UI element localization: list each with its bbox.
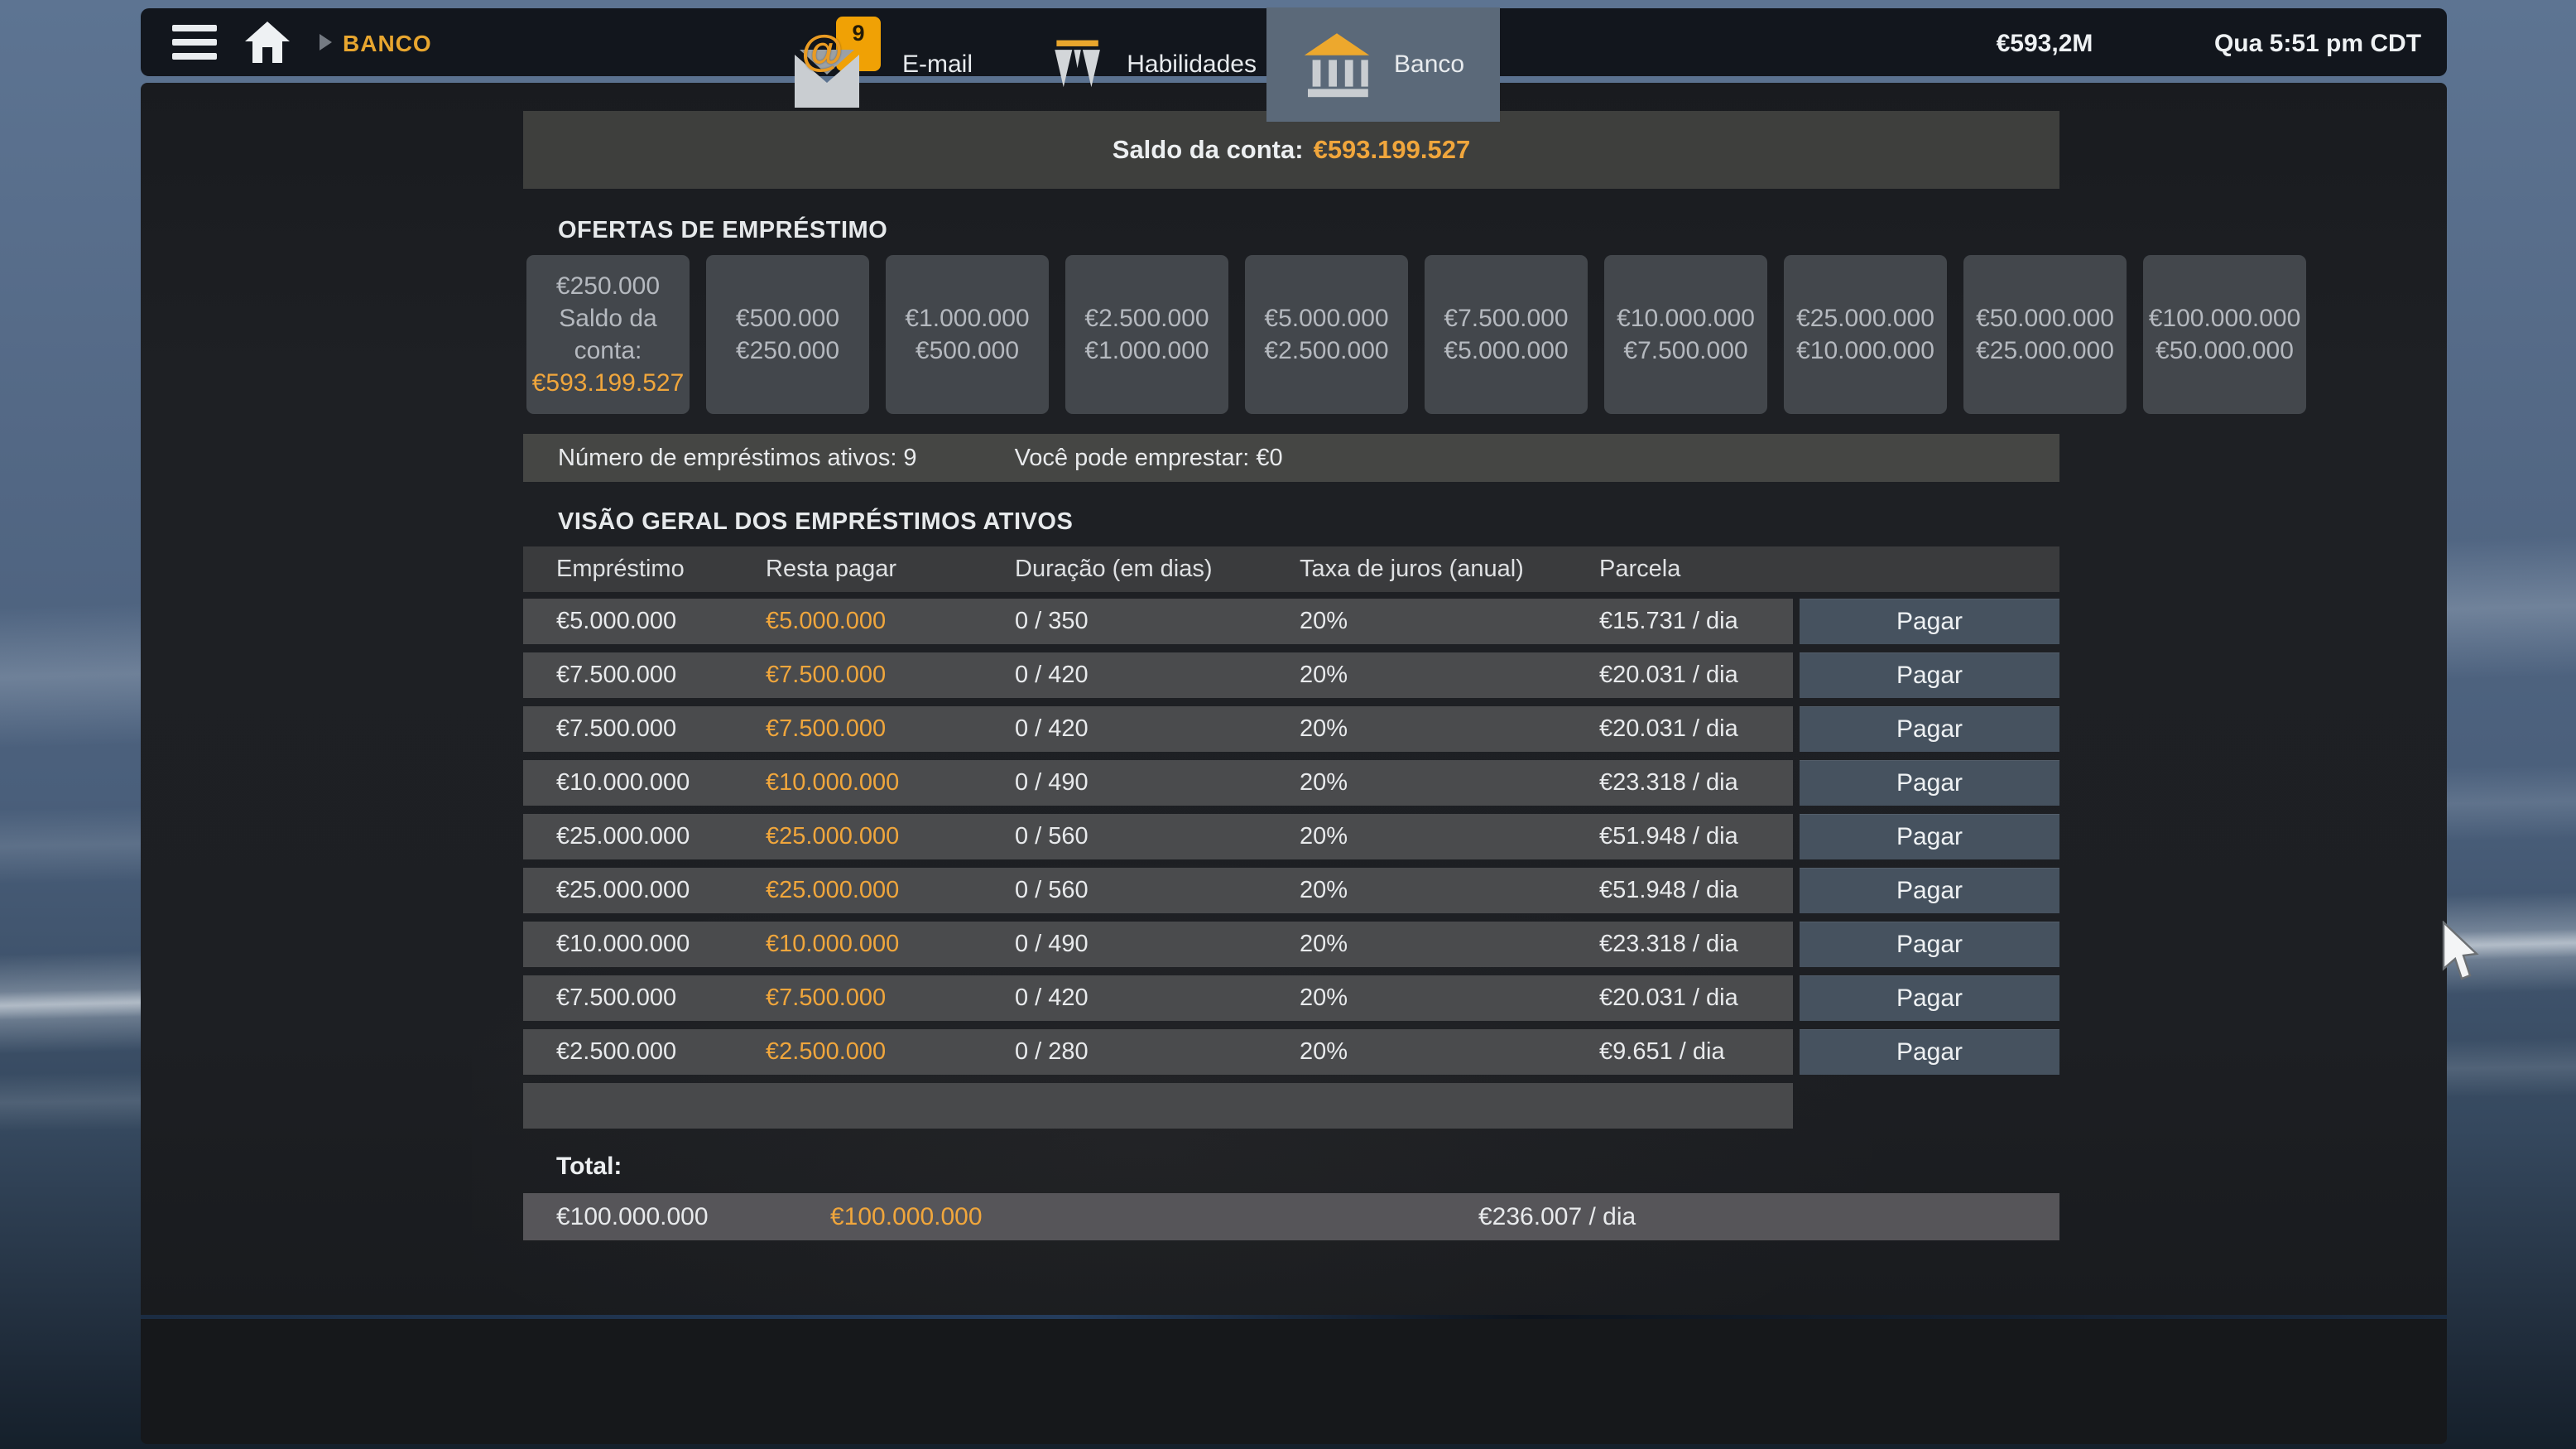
tab-skills-label: Habilidades [1127,51,1257,79]
mouse-cursor [2442,921,2485,982]
account-balance-label: Saldo da conta: [1113,135,1304,165]
email-icon: 9 @ [795,22,881,108]
skills-icon [1050,25,1105,104]
loan-offer-card[interactable]: €5.000.000€2.500.000 [1245,255,1408,414]
player-balance: €593,2M [1929,30,2160,58]
tab-bank-label: Banco [1394,51,1464,79]
pay-button[interactable]: Pagar [1800,975,2059,1021]
active-loans-count: Número de empréstimos ativos: 9 [558,445,917,472]
loan-row: €25.000.000€25.000.0000 / 56020%€51.948 … [523,868,1793,913]
loan-offer-card[interactable]: €7.500.000€5.000.000 [1425,255,1588,414]
menu-hamburger-icon[interactable] [172,25,217,60]
offer-tooltip-text: conta: [574,335,642,367]
active-loans-title: VISÃO GERAL DOS EMPRÉSTIMOS ATIVOS [558,508,1073,536]
tab-email[interactable]: 9 @ E-mail [795,7,1010,122]
loan-offer-card[interactable]: €50.000.000€25.000.000 [1963,255,2127,414]
pay-button[interactable]: Pagar [1800,868,2059,913]
loan-offer-card[interactable]: €100.000.000€50.000.000 [2143,255,2306,414]
pay-button[interactable]: Pagar [1800,706,2059,752]
loan-offer-card[interactable]: €2.500.000€1.000.000 [1065,255,1228,414]
total-label: Total: [556,1153,622,1181]
pay-button[interactable]: Pagar [1800,599,2059,644]
offer-tooltip-text: Saldo da [559,302,656,335]
loan-row: €25.000.000€25.000.0000 / 56020%€51.948 … [523,814,1793,859]
column-header-interest: Taxa de juros (anual) [1300,546,1524,592]
borrow-capacity: Você pode emprestar: €0 [1015,445,1283,472]
tab-email-label: E-mail [902,51,973,79]
loan-offer-card-featured[interactable]: €250.000 Saldo da conta: €593.199.527 [526,255,690,414]
loan-row: €2.500.000€2.500.0000 / 28020%€9.651 / d… [523,1029,1793,1075]
column-header-installment: Parcela [1599,546,1680,592]
account-balance-value: €593.199.527 [1314,135,1471,165]
home-icon[interactable] [243,20,291,65]
loan-row: €5.000.000€5.000.0000 / 35020%€15.731 / … [523,599,1793,644]
loan-row: €7.500.000€7.500.0000 / 42020%€20.031 / … [523,652,1793,698]
tab-skills[interactable]: Habilidades [1050,7,1257,122]
total-installment: €236.007 / dia [1478,1193,1636,1240]
pay-button[interactable]: Pagar [1800,760,2059,806]
pay-button[interactable]: Pagar [1800,1029,2059,1075]
loan-row: €7.500.000€7.500.0000 / 42020%€20.031 / … [523,706,1793,752]
at-symbol-icon: @ [801,26,843,76]
column-header-duration: Duração (em dias) [1015,546,1213,592]
pay-button[interactable]: Pagar [1800,922,2059,967]
offer-amount: €250.000 [556,270,660,302]
table-header-row: Empréstimo Resta pagar Duração (em dias)… [523,546,2059,592]
offer-tooltip-balance: €593.199.527 [532,367,685,399]
game-clock: Qua 5:51 pm CDT [2202,30,2434,58]
loan-row: €7.500.000€7.500.0000 / 42020%€20.031 / … [523,975,1793,1021]
pay-button[interactable]: Pagar [1800,814,2059,859]
loan-row: €10.000.000€10.000.0000 / 49020%€23.318 … [523,760,1793,806]
loan-offers-title: OFERTAS DE EMPRÉSTIMO [558,217,887,244]
loan-status-bar: Número de empréstimos ativos: 9 Você pod… [523,434,2059,482]
loan-offer-card[interactable]: €10.000.000€7.500.000 [1604,255,1767,414]
dock-bar [141,1319,2447,1444]
total-row: €100.000.000 €100.000.000 €236.007 / dia [523,1193,2059,1240]
column-header-remaining: Resta pagar [766,546,896,592]
total-loan: €100.000.000 [556,1193,709,1240]
game-background: BANCO €593,2M Qua 5:51 pm CDT Saldo da c… [0,0,2576,1449]
breadcrumb[interactable]: BANCO [343,31,432,57]
tab-bank-active[interactable]: Banco [1266,7,1500,122]
loan-offer-card[interactable]: €25.000.000€10.000.000 [1784,255,1947,414]
total-remaining: €100.000.000 [830,1193,983,1240]
pay-button[interactable]: Pagar [1800,652,2059,698]
loan-offer-card[interactable]: €1.000.000€500.000 [886,255,1049,414]
empty-loan-row [523,1083,1793,1129]
loan-offer-card[interactable]: €500.000€250.000 [706,255,869,414]
loan-row: €10.000.000€10.000.0000 / 49020%€23.318 … [523,922,1793,967]
bank-icon [1301,30,1372,99]
column-header-loan: Empréstimo [556,546,685,592]
breadcrumb-chevron-icon [320,34,332,51]
account-balance-bar: Saldo da conta: €593.199.527 [523,111,2059,189]
